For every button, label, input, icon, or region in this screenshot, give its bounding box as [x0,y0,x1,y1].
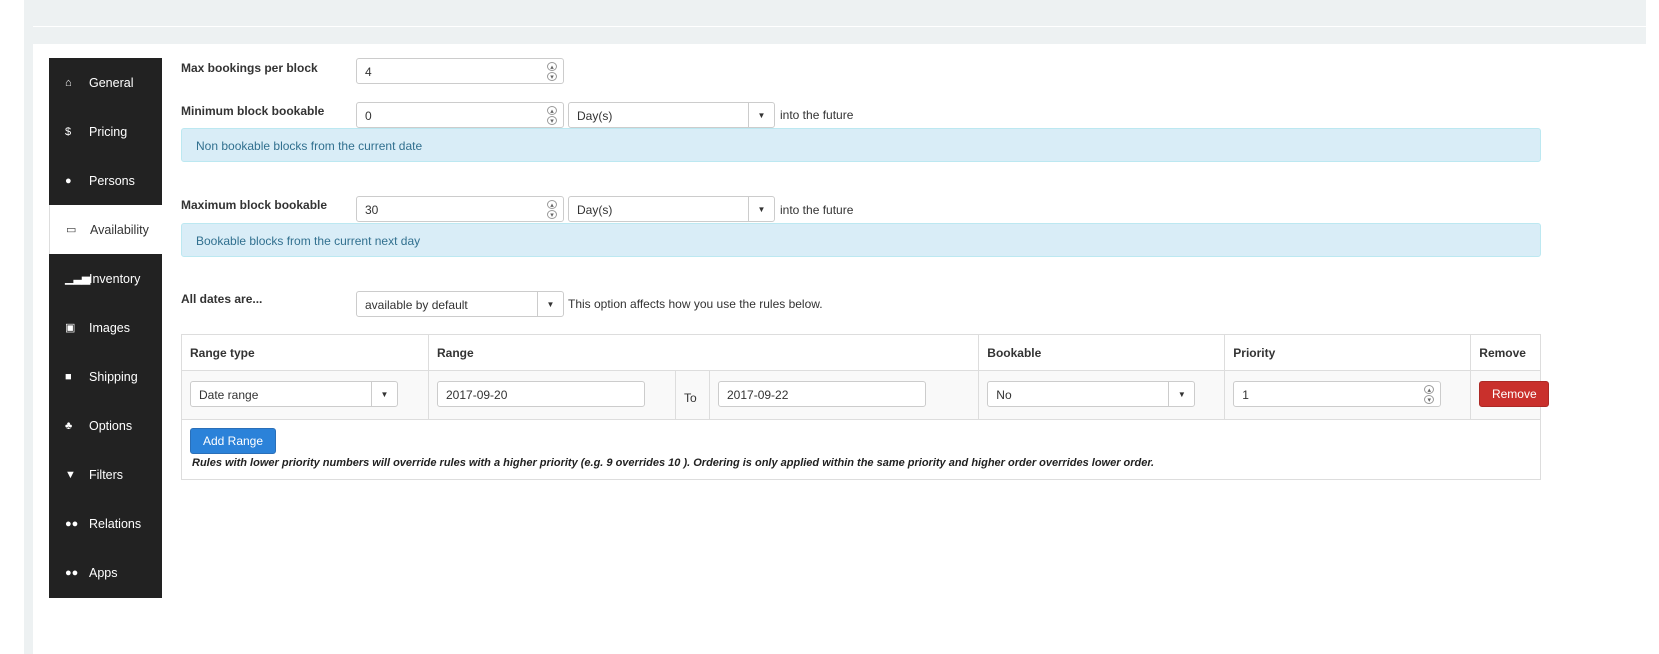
number-spinner[interactable]: ▴ ▾ [547,200,557,220]
max-block-suffix: into the future [780,203,854,217]
column-header: Bookable [978,334,1226,371]
min-block-suffix: into the future [780,108,854,122]
column-header: Remove [1470,334,1541,371]
sidebar-item-general[interactable]: ⌂ General [49,58,162,107]
home-icon: ⌂ [65,76,72,89]
sidebar-item-label: Persons [89,173,135,188]
column-header: Range [427,334,980,371]
signal-icon: ▁▃▅ [65,273,91,285]
sidebar-item-relations[interactable]: ●● Relations [49,499,162,548]
max-block-info: Bookable blocks from the current next da… [181,223,1541,257]
range-from-input[interactable]: 2017-09-20 [437,381,645,407]
number-spinner[interactable]: ▴ ▾ [547,106,557,126]
caret-down-icon: ▼ [1168,382,1194,406]
priority-note: Rules with lower priority numbers will o… [192,457,1155,469]
sidebar-item-apps[interactable]: ●● Apps [49,548,162,597]
number-spinner[interactable]: ▴ ▾ [1424,385,1435,405]
sidebar-item-label: Images [89,320,130,335]
sidebar: ⌂ General $ Pricing ● Persons ▭ Availability… [49,58,162,598]
max-bookings-label: Max bookings per block [181,61,318,75]
select-value: Date range [199,388,259,402]
sidebar-item-label: Shipping [89,369,138,384]
sidebar-item-label: General [89,75,134,90]
range-type-select[interactable]: Date range ▼ [190,381,398,407]
add-range-button[interactable]: Add Range [190,428,276,454]
sidebar-item-images[interactable]: ▣ Images [49,303,162,352]
max-block-label: Maximum block bookable [181,198,328,212]
select-value: Day(s) [577,109,613,123]
users-icon: ●● [65,517,79,530]
priority-input[interactable]: 1 ▴ ▾ [1233,381,1442,407]
input-value: 4 [365,65,372,79]
all-dates-select[interactable]: available by default ▼ [356,291,564,317]
sidebar-item-options[interactable]: ♣ Options [49,401,162,450]
sidebar-item-inventory[interactable]: ▁▃▅ Inventory [49,254,162,303]
sidebar-item-label: Filters [89,467,124,482]
input-value: 2017-09-20 [446,388,508,402]
user-icon: ● [65,174,72,187]
max-block-input[interactable]: 30 ▴ ▾ [356,196,564,222]
input-value: 0 [365,109,372,123]
min-block-unit-select[interactable]: Day(s) ▼ [568,102,775,128]
column-header: Range type [181,334,429,371]
image-icon: ▣ [65,322,76,334]
availability-rules-table: Range type Range Bookable Priority Remov… [181,334,1550,480]
sidebar-item-label: Options [89,418,133,433]
dollar-icon: $ [65,125,72,138]
sidebar-item-label: Inventory [89,271,141,286]
table-row: Date range ▼ 2017-09-20 To 2017-09-22 No ▼… [181,370,1550,420]
users-icon: ●● [65,566,79,579]
range-to-input[interactable]: 2017-09-22 [718,381,926,407]
sidebar-item-pricing[interactable]: $ Pricing [49,107,162,156]
sidebar-item-label: Availability [90,222,149,237]
sidebar-item-filters[interactable]: ▼ Filters [49,450,162,499]
select-value: available by default [365,298,468,312]
caret-down-icon: ▼ [537,292,563,316]
all-dates-label: All dates are... [181,292,263,306]
min-block-info: Non bookable blocks from the current dat… [181,128,1541,162]
header-divider [33,26,1646,27]
min-block-label: Minimum block bookable [181,104,325,118]
to-label: To [675,370,710,420]
caret-down-icon: ▼ [748,103,774,127]
sidebar-item-persons[interactable]: ● Persons [49,156,162,205]
caret-down-icon: ▼ [748,197,774,221]
select-value: Day(s) [577,203,613,217]
sidebar-item-availability[interactable]: ▭ Availability [49,205,162,254]
remove-button[interactable]: Remove [1479,381,1550,407]
filter-icon: ▼ [65,468,76,481]
all-dates-hint: This option affects how you use the rule… [568,297,823,311]
input-value: 30 [365,203,379,217]
input-value: 1 [1242,388,1249,402]
sidebar-item-label: Relations [89,516,142,531]
number-spinner[interactable]: ▴ ▾ [547,62,557,82]
sitemap-icon: ♣ [65,419,73,432]
caret-down-icon: ▼ [371,382,397,406]
truck-icon: ■ [65,370,72,383]
select-value: No [996,388,1012,402]
max-block-unit-select[interactable]: Day(s) ▼ [568,196,775,222]
input-value: 2017-09-22 [727,388,789,402]
max-bookings-input[interactable]: 4 ▴ ▾ [356,58,564,84]
sidebar-item-label: Apps [89,565,118,580]
sidebar-item-shipping[interactable]: ■ Shipping [49,352,162,401]
sidebar-item-label: Pricing [89,124,128,139]
bookable-select[interactable]: No ▼ [987,381,1196,407]
column-header: Priority [1224,334,1472,371]
calendar-icon: ▭ [66,224,77,236]
min-block-input[interactable]: 0 ▴ ▾ [356,102,564,128]
